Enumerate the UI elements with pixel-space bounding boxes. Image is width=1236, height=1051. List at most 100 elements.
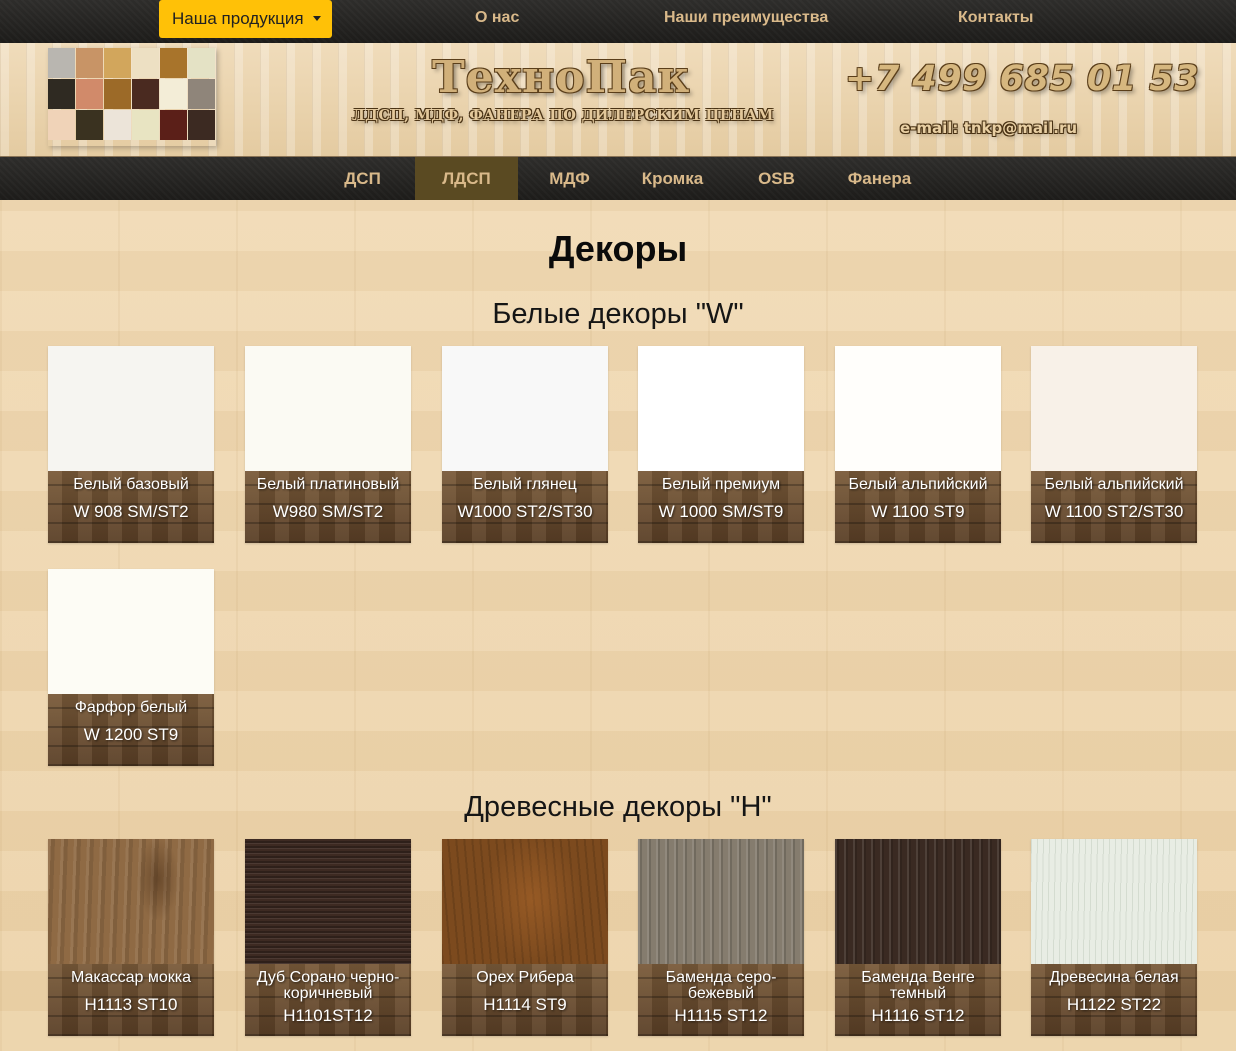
color-swatches-image bbox=[48, 48, 216, 146]
decor-name: Белый альпийский bbox=[1044, 476, 1184, 493]
decor-swatch-image bbox=[48, 346, 214, 471]
swatch-tile bbox=[188, 48, 215, 78]
decor-name: Орех Рибера bbox=[476, 969, 574, 986]
category-tab-plywood[interactable]: Фанера bbox=[828, 157, 931, 200]
top-navbar: Наша продукция О нас Наши преимущества К… bbox=[0, 0, 1236, 43]
decor-swatch-image bbox=[48, 839, 214, 964]
swatch-tile bbox=[104, 48, 131, 78]
swatch-tile bbox=[132, 48, 159, 78]
swatch-tile bbox=[188, 110, 215, 140]
logo-tagline: ЛДСП, МДФ, ФАНЕРА ПО ДИЛЕРСКИМ ЦЕНАМ bbox=[352, 107, 774, 124]
swatch-tile bbox=[132, 79, 159, 109]
decor-code: W980 SM/ST2 bbox=[272, 502, 384, 521]
decor-swatch-image bbox=[442, 839, 608, 964]
category-tab-mdf[interactable]: МДФ bbox=[518, 157, 621, 200]
decor-caption: Белый платиновый W980 SM/ST2 bbox=[245, 471, 411, 543]
category-tab-ldsp[interactable]: ЛДСП bbox=[415, 157, 518, 200]
advantages-link[interactable]: Наши преимущества bbox=[664, 9, 828, 27]
email-address[interactable]: e-mail: tnkp@mail.ru bbox=[900, 119, 1120, 137]
swatch-tile bbox=[48, 48, 75, 78]
section-title-white: Белые декоры "W" bbox=[492, 298, 744, 330]
decor-swatch-image bbox=[835, 839, 1001, 964]
decor-card[interactable]: Белый альпийский W 1100 ST2/ST30 bbox=[1031, 346, 1197, 543]
decor-swatch-image bbox=[1031, 839, 1197, 964]
decor-card[interactable]: Дуб Сорано черно-коричневый H1101ST12 bbox=[245, 839, 411, 1036]
decor-card[interactable]: Белый глянец W1000 ST2/ST30 bbox=[442, 346, 608, 543]
decor-swatch-image bbox=[442, 346, 608, 471]
decor-code: H1101ST12 bbox=[283, 1006, 373, 1025]
decor-card[interactable]: Белый платиновый W980 SM/ST2 bbox=[245, 346, 411, 543]
decor-caption: Белый альпийский W 1100 ST9 bbox=[835, 471, 1001, 543]
decor-name: Баменда Венге темный bbox=[861, 969, 975, 1002]
about-link[interactable]: О нас bbox=[475, 9, 519, 27]
decor-name: Дуб Сорано черно-коричневый bbox=[256, 969, 400, 1002]
swatch-tile bbox=[48, 79, 75, 109]
decor-caption: Дуб Сорано черно-коричневый H1101ST12 bbox=[245, 964, 411, 1036]
decor-card[interactable]: Баменда Венге темный H1116 ST12 bbox=[835, 839, 1001, 1036]
swatch-tile bbox=[160, 48, 187, 78]
products-dropdown-button[interactable]: Наша продукция bbox=[159, 0, 332, 38]
decor-name: Макассар мокка bbox=[70, 969, 192, 986]
decor-caption: Баменда серо-бежевый H1115 ST12 bbox=[638, 964, 804, 1036]
swatch-tile bbox=[188, 79, 215, 109]
decor-code: W1000 ST2/ST30 bbox=[457, 502, 593, 521]
decor-code: H1114 ST9 bbox=[483, 995, 567, 1014]
decor-code: H1122 ST22 bbox=[1066, 995, 1162, 1014]
decor-caption: Белый альпийский W 1100 ST2/ST30 bbox=[1031, 471, 1197, 543]
decor-name: Белый базовый bbox=[73, 476, 189, 493]
swatch-tile bbox=[76, 79, 103, 109]
swatch-tile bbox=[76, 110, 103, 140]
decor-caption: Древесина белая H1122 ST22 bbox=[1031, 964, 1197, 1036]
category-tab-osb[interactable]: OSB bbox=[725, 157, 828, 200]
decor-code: W 908 SM/ST2 bbox=[73, 502, 189, 521]
decor-name: Фарфор белый bbox=[74, 699, 188, 716]
decor-name: Белый глянец bbox=[473, 476, 577, 493]
decor-card[interactable]: Белый базовый W 908 SM/ST2 bbox=[48, 346, 214, 543]
category-tab-dsp[interactable]: ДСП bbox=[311, 157, 414, 200]
decor-swatch-image bbox=[245, 346, 411, 471]
decor-code: H1115 ST12 bbox=[674, 1006, 768, 1025]
decor-code: W 1100 ST2/ST30 bbox=[1044, 502, 1184, 521]
decor-caption: Макассар мокка H1113 ST10 bbox=[48, 964, 214, 1036]
swatch-tile bbox=[48, 110, 75, 140]
decor-name: Белый платиновый bbox=[256, 476, 400, 493]
decor-name: Древесина белая bbox=[1049, 969, 1179, 986]
decor-swatch-image bbox=[1031, 346, 1197, 471]
decor-card[interactable]: Древесина белая H1122 ST22 bbox=[1031, 839, 1197, 1036]
phone-number[interactable]: +7 499 685 01 53 bbox=[845, 59, 1198, 99]
swatch-tile bbox=[104, 79, 131, 109]
decor-swatch-image bbox=[638, 839, 804, 964]
decor-code: W 1000 SM/ST9 bbox=[658, 502, 784, 521]
decor-caption: Белый глянец W1000 ST2/ST30 bbox=[442, 471, 608, 543]
swatch-tile bbox=[76, 48, 103, 78]
decor-swatch-image bbox=[48, 569, 214, 694]
decor-code: W 1200 ST9 bbox=[83, 725, 179, 744]
swatch-tile bbox=[160, 79, 187, 109]
decor-card[interactable]: Орех Рибера H1114 ST9 bbox=[442, 839, 608, 1036]
decor-caption: Белый премиум W 1000 SM/ST9 bbox=[638, 471, 804, 543]
decor-name: Баменда серо-бежевый bbox=[665, 969, 777, 1002]
decor-swatch-image bbox=[835, 346, 1001, 471]
decor-code: H1116 ST12 bbox=[871, 1006, 965, 1025]
category-tab-edge[interactable]: Кромка bbox=[621, 157, 724, 200]
header-banner: ТехноПак ЛДСП, МДФ, ФАНЕРА ПО ДИЛЕРСКИМ … bbox=[0, 43, 1236, 157]
contacts-link[interactable]: Контакты bbox=[958, 9, 1033, 27]
decor-caption: Орех Рибера H1114 ST9 bbox=[442, 964, 608, 1036]
decor-card[interactable]: Фарфор белый W 1200 ST9 bbox=[48, 569, 214, 766]
chevron-down-icon bbox=[312, 15, 321, 21]
decor-swatch-image bbox=[638, 346, 804, 471]
swatch-tile bbox=[160, 110, 187, 140]
decor-card[interactable]: Белый альпийский W 1100 ST9 bbox=[835, 346, 1001, 543]
section-title-wood: Древесные декоры "H" bbox=[464, 791, 772, 823]
logo[interactable]: ТехноПак bbox=[432, 53, 742, 103]
category-navbar: ДСП ЛДСП МДФ Кромка OSB Фанера bbox=[0, 157, 1236, 200]
decor-card[interactable]: Макассар мокка H1113 ST10 bbox=[48, 839, 214, 1036]
swatch-tile bbox=[132, 110, 159, 140]
decor-caption: Баменда Венге темный H1116 ST12 bbox=[835, 964, 1001, 1036]
decor-swatch-image bbox=[245, 839, 411, 964]
decor-code: H1113 ST10 bbox=[84, 995, 178, 1014]
decor-card[interactable]: Белый премиум W 1000 SM/ST9 bbox=[638, 346, 804, 543]
decor-code: W 1100 ST9 bbox=[871, 502, 965, 521]
decor-caption: Белый базовый W 908 SM/ST2 bbox=[48, 471, 214, 543]
decor-card[interactable]: Баменда серо-бежевый H1115 ST12 bbox=[638, 839, 804, 1036]
